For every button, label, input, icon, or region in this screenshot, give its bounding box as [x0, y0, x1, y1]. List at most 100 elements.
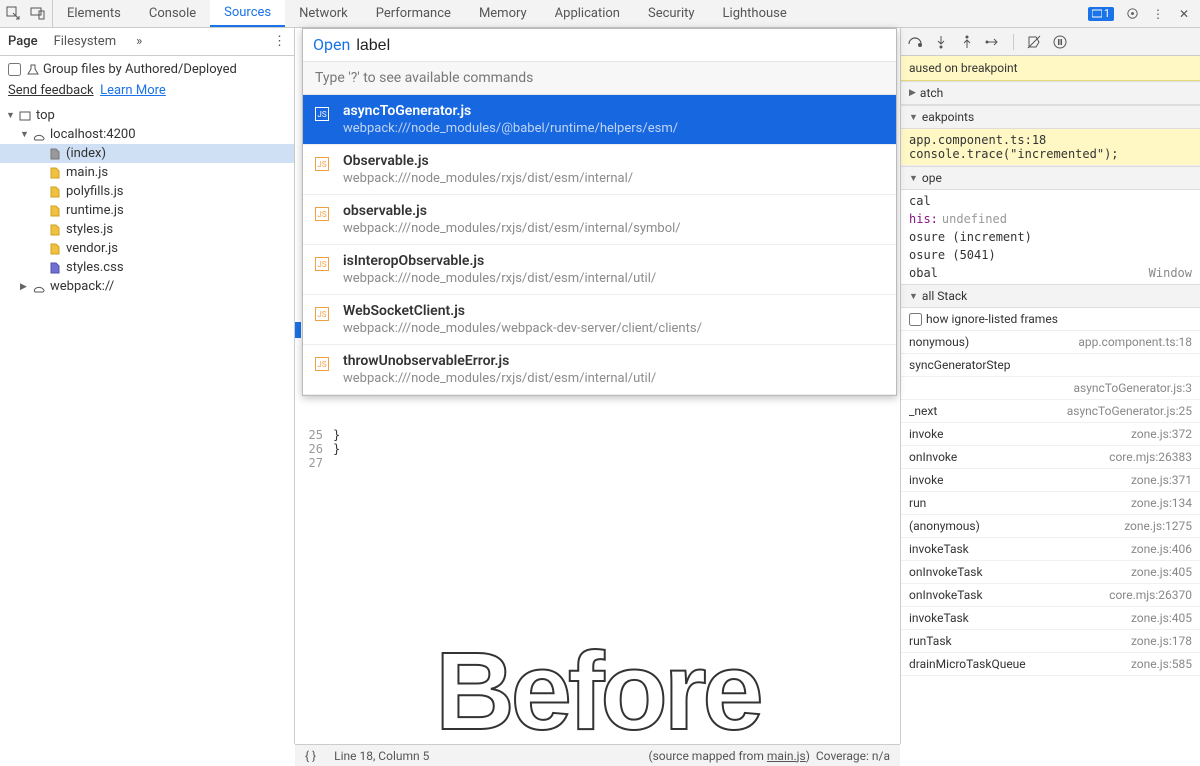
- callstack-item[interactable]: (anonymous)zone.js:1275: [901, 515, 1200, 538]
- tree-file-vendor[interactable]: vendor.js: [0, 239, 294, 258]
- tab-performance[interactable]: Performance: [362, 0, 465, 27]
- nav-more-icon[interactable]: »: [136, 34, 142, 49]
- callstack-item[interactable]: runzone.js:134: [901, 492, 1200, 515]
- file-icon: JS: [315, 357, 329, 371]
- step-into-icon[interactable]: [933, 34, 949, 50]
- callstack-item[interactable]: onInvokeTaskcore.mjs:26370: [901, 584, 1200, 607]
- quick-open-dialog: Open Type '?' to see available commands …: [302, 28, 897, 396]
- watch-header[interactable]: ▶atch: [901, 81, 1200, 105]
- pause-exceptions-icon[interactable]: [1052, 34, 1068, 50]
- quick-open-hint: Type '?' to see available commands: [303, 62, 896, 95]
- tab-network[interactable]: Network: [285, 0, 362, 27]
- tree-file-runtime[interactable]: runtime.js: [0, 201, 294, 220]
- source-mapped-link[interactable]: main.js: [767, 749, 806, 763]
- nav-tab-filesystem[interactable]: Filesystem: [54, 34, 117, 49]
- tab-elements[interactable]: Elements: [53, 0, 135, 27]
- nav-kebab-icon[interactable]: ⋮: [273, 34, 286, 49]
- coverage-info: Coverage: n/a: [816, 749, 890, 763]
- scope-header[interactable]: ▼ope: [901, 166, 1200, 190]
- callstack-item[interactable]: asyncToGenerator.js:3: [901, 377, 1200, 400]
- close-icon[interactable]: ✕: [1176, 6, 1192, 22]
- callstack-list: nonymous)app.component.ts:18syncGenerato…: [901, 331, 1200, 676]
- step-over-icon[interactable]: [907, 34, 923, 50]
- tab-application[interactable]: Application: [541, 0, 634, 27]
- cursor-position: Line 18, Column 5: [334, 749, 429, 763]
- file-icon: JS: [315, 107, 329, 121]
- send-feedback-link[interactable]: Send feedback: [8, 83, 94, 98]
- tab-memory[interactable]: Memory: [465, 0, 541, 27]
- tree-webpack[interactable]: ▶webpack://: [0, 277, 294, 296]
- callstack-item[interactable]: invokeTaskzone.js:406: [901, 538, 1200, 561]
- toolbar-separator: [1013, 34, 1014, 50]
- callstack-item[interactable]: nonymous)app.component.ts:18: [901, 331, 1200, 354]
- pretty-print-icon[interactable]: { }: [305, 749, 316, 763]
- callstack-item[interactable]: drainMicroTaskQueuezone.js:585: [901, 653, 1200, 676]
- tree-file-styles-css[interactable]: styles.css: [0, 258, 294, 277]
- editor-gutter: [295, 28, 301, 744]
- scope-closure-2[interactable]: osure (5041): [901, 246, 1200, 264]
- inspect-icon[interactable]: [6, 6, 22, 22]
- show-ignore-listed-row[interactable]: how ignore-listed frames: [901, 308, 1200, 331]
- file-icon: JS: [315, 307, 329, 321]
- paused-banner: aused on breakpoint: [901, 56, 1200, 81]
- callstack-item[interactable]: runTaskzone.js:178: [901, 630, 1200, 653]
- code-line-26: 26}: [303, 442, 900, 456]
- tree-file-styles-js[interactable]: styles.js: [0, 220, 294, 239]
- learn-more-link[interactable]: Learn More: [100, 83, 166, 98]
- quick-open-item[interactable]: JSobservable.jswebpack:///node_modules/r…: [303, 195, 896, 245]
- tree-file-main[interactable]: main.js: [0, 163, 294, 182]
- quick-open-item[interactable]: JSthrowUnobservableError.jswebpack:///no…: [303, 345, 896, 395]
- scope-body: cal his:undefined osure (increment) osur…: [901, 190, 1200, 284]
- breakpoint-item[interactable]: app.component.ts:18 console.trace("incre…: [901, 129, 1200, 166]
- tree-top[interactable]: ▼top: [0, 106, 294, 125]
- toolbar-right: 1 ⋮ ✕: [1088, 0, 1200, 27]
- tree-host[interactable]: ▼localhost:4200: [0, 125, 294, 144]
- tab-sources[interactable]: Sources: [210, 0, 285, 27]
- devtools-toolbar: Elements Console Sources Network Perform…: [0, 0, 1200, 28]
- file-icon: JS: [315, 257, 329, 271]
- step-icon[interactable]: [985, 34, 1001, 50]
- nav-tab-page[interactable]: Page: [8, 34, 38, 49]
- quick-open-item[interactable]: JSisInteropObservable.jswebpack:///node_…: [303, 245, 896, 295]
- navigator-tabs: Page Filesystem » ⋮: [0, 28, 294, 56]
- breakpoints-header[interactable]: ▼eakpoints: [901, 105, 1200, 129]
- quick-open-item[interactable]: JSObservable.jswebpack:///node_modules/r…: [303, 145, 896, 195]
- callstack-item[interactable]: onInvokecore.mjs:26383: [901, 446, 1200, 469]
- navigator-panel: Page Filesystem » ⋮ Group files by Autho…: [0, 28, 295, 744]
- source-mapped-info: (source mapped from main.js) Coverage: n…: [648, 749, 890, 763]
- callstack-item[interactable]: invokezone.js:371: [901, 469, 1200, 492]
- quick-open-prefix: Open: [313, 35, 350, 54]
- device-icon[interactable]: [30, 6, 46, 22]
- issues-badge[interactable]: 1: [1088, 7, 1114, 21]
- debugger-panel: aused on breakpoint ▶atch ▼eakpoints app…: [900, 28, 1200, 744]
- tab-lighthouse[interactable]: Lighthouse: [709, 0, 801, 27]
- gear-icon[interactable]: [1124, 6, 1140, 22]
- callstack-item[interactable]: _nextasyncToGenerator.js:25: [901, 400, 1200, 423]
- code-line-27: 27: [303, 456, 900, 470]
- callstack-item[interactable]: onInvokeTaskzone.js:405: [901, 561, 1200, 584]
- callstack-header[interactable]: ▼all Stack: [901, 284, 1200, 308]
- group-files-checkbox[interactable]: [8, 63, 21, 76]
- file-icon: JS: [315, 207, 329, 221]
- code-area[interactable]: 25 } 26} 27: [303, 428, 900, 470]
- callstack-item[interactable]: invokezone.js:372: [901, 423, 1200, 446]
- quick-open-input[interactable]: [356, 37, 886, 55]
- scope-closure-1[interactable]: osure (increment): [901, 228, 1200, 246]
- quick-open-list[interactable]: JSasyncToGenerator.jswebpack:///node_mod…: [303, 95, 896, 395]
- step-out-icon[interactable]: [959, 34, 975, 50]
- scope-global[interactable]: obalWindow: [901, 264, 1200, 282]
- gutter-marker: [295, 322, 301, 338]
- quick-open-item[interactable]: JSasyncToGenerator.jswebpack:///node_mod…: [303, 95, 896, 145]
- callstack-item[interactable]: invokeTaskzone.js:405: [901, 607, 1200, 630]
- tab-console[interactable]: Console: [135, 0, 210, 27]
- tree-file-polyfills[interactable]: polyfills.js: [0, 182, 294, 201]
- quick-open-item[interactable]: JSWebSocketClient.jswebpack:///node_modu…: [303, 295, 896, 345]
- deactivate-breakpoints-icon[interactable]: [1026, 34, 1042, 50]
- tree-file-index[interactable]: (index): [0, 144, 294, 163]
- group-files-row[interactable]: Group files by Authored/Deployed: [0, 56, 294, 83]
- scope-local[interactable]: cal: [901, 192, 1200, 210]
- callstack-item[interactable]: syncGeneratorStep: [901, 354, 1200, 377]
- show-ignore-listed-checkbox[interactable]: [909, 313, 922, 326]
- tab-security[interactable]: Security: [634, 0, 709, 27]
- kebab-icon[interactable]: ⋮: [1150, 6, 1166, 22]
